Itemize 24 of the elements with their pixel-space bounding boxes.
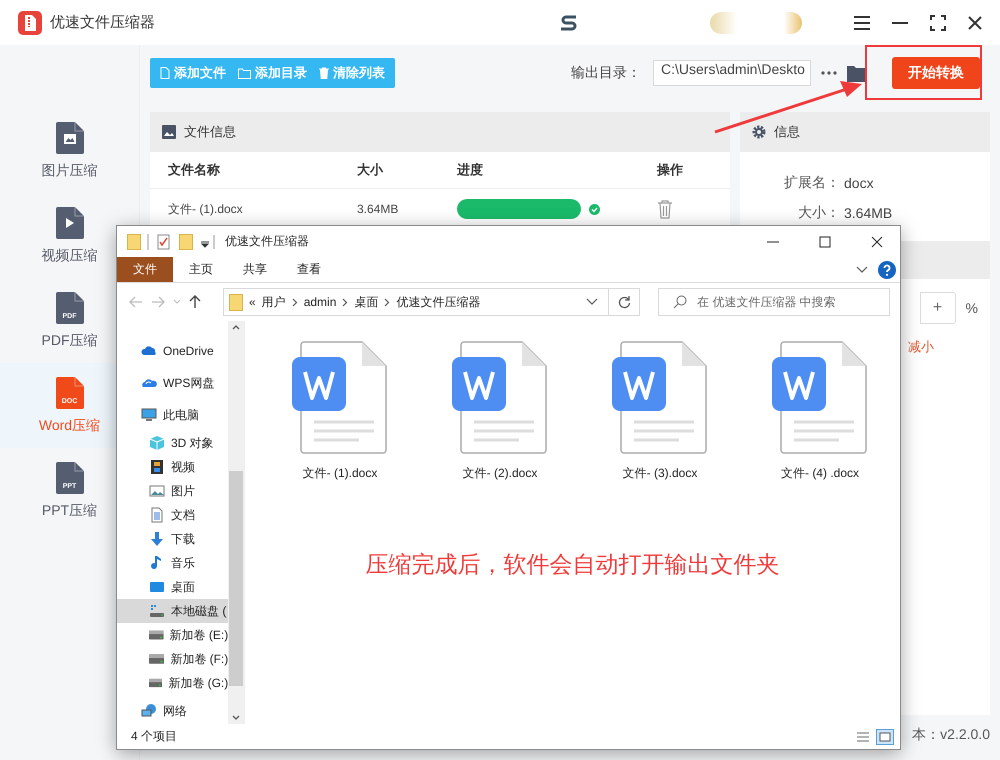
file-name: 文件- (3).docx [622, 465, 698, 482]
completion-message: 压缩完成后，软件会自动打开输出文件夹 [364, 550, 780, 579]
column-header: 操作 [657, 161, 684, 179]
column-header: 进度 [457, 161, 484, 179]
column-header: 大小 [357, 161, 384, 179]
file-name: 文件- (4) .docx [780, 465, 859, 482]
file-name: 文件- (2).docx [462, 465, 538, 482]
window-title: 优速文件压缩器 [225, 233, 309, 250]
app-title: 优速文件压缩器 [50, 13, 155, 32]
output-label: 输出目录： [571, 64, 641, 82]
column-header: 文件名称 [168, 161, 221, 179]
panel-title: 信息 [774, 123, 800, 141]
file-name: 文件- (1).docx [302, 465, 378, 482]
version-text: 本：v2.2.0.0 [912, 726, 990, 744]
unit-label: % [966, 300, 978, 316]
field-label: 扩展名： [783, 174, 840, 192]
hint-text: 减小 [907, 338, 935, 356]
table-cell-text: 3.64MB [357, 202, 400, 216]
panel-title: 文件信息 [184, 123, 236, 141]
table-cell-text: 文件- (1).docx [168, 200, 244, 218]
field-value: docx [843, 175, 875, 191]
field-label: 大小： [797, 204, 840, 222]
item-count: 4 个项目 [131, 728, 178, 745]
field-value: 3.64MB [843, 205, 894, 221]
